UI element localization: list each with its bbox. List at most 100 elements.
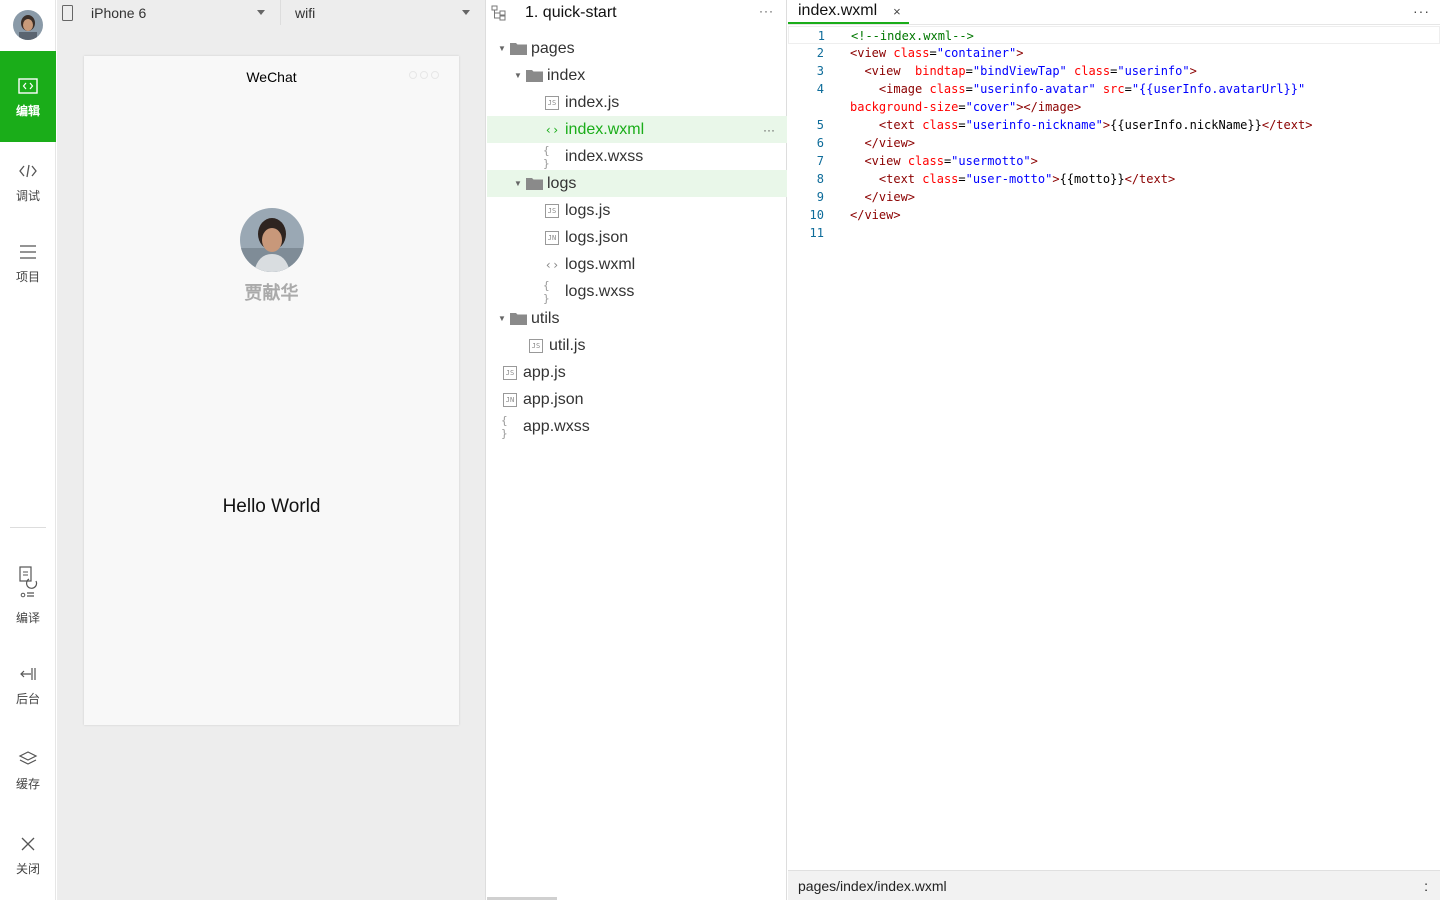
tab-index-wxml[interactable]: index.wxml ×	[788, 0, 909, 24]
tree-file-util-js[interactable]: JS util.js	[487, 332, 787, 359]
code-line[interactable]: background-size="cover"></image>	[788, 98, 1440, 116]
nav-debug[interactable]: 调试	[0, 137, 56, 227]
tree-label: app.js	[523, 363, 566, 381]
code-text: </view>	[864, 136, 916, 150]
line-number: 5	[816, 118, 824, 132]
menu-lines-icon	[17, 241, 39, 263]
tree-folder-index[interactable]: ▼ index	[487, 62, 787, 89]
tree-file-logs-wxss[interactable]: { } logs.wxss	[487, 278, 787, 305]
folder-icon	[509, 312, 527, 326]
status-cursor: :	[1424, 877, 1428, 894]
close-icon	[17, 833, 39, 855]
network-select-value: wifi	[295, 4, 316, 21]
caret-down-icon: ▼	[514, 71, 522, 80]
account-avatar[interactable]	[12, 10, 43, 40]
tree-file-index-wxss[interactable]: { } index.wxss	[487, 143, 787, 170]
chevron-down-icon	[257, 9, 265, 15]
nav-project[interactable]: 项目	[0, 218, 56, 308]
line-number: 7	[816, 154, 824, 168]
tree-folder-utils[interactable]: ▼ utils	[487, 305, 787, 332]
folder-icon	[525, 177, 543, 191]
code-line[interactable]: 9 </view>	[788, 188, 1440, 206]
style-file-icon: { }	[543, 278, 550, 305]
folder-icon	[525, 69, 543, 83]
tree-label: pages	[531, 39, 575, 57]
tree-file-index-js[interactable]: JS index.js	[487, 89, 787, 116]
tree-file-index-wxml[interactable]: ‹› index.wxml ···	[487, 116, 787, 143]
nav-cache[interactable]: 缓存	[0, 725, 56, 815]
caret-down-icon: ▼	[514, 179, 522, 188]
code-line[interactable]: 4 <image class="userinfo-avatar" src="{{…	[788, 80, 1440, 98]
markup-file-icon: ‹›	[544, 122, 560, 137]
nav-close[interactable]: 关闭	[0, 810, 56, 900]
tree-label: logs.wxss	[565, 282, 635, 300]
code-line[interactable]: 10 </view>	[788, 206, 1440, 224]
compile-icon	[17, 564, 39, 604]
network-select[interactable]: wifi	[281, 0, 485, 25]
style-file-icon: { }	[501, 413, 508, 440]
line-number: 10	[809, 208, 824, 222]
nav-compile[interactable]: 编译	[0, 545, 56, 645]
tree-file-app-json[interactable]: JN app.json	[487, 386, 787, 413]
nav-background[interactable]: 后台	[0, 640, 56, 730]
line-number: 1	[817, 29, 825, 43]
nav-compile-label: 编译	[15, 611, 40, 625]
js-file-icon: JS	[543, 95, 561, 110]
tree-file-logs-js[interactable]: JS logs.js	[487, 197, 787, 224]
tree-label: app.wxss	[523, 417, 590, 435]
device-frame-toggle[interactable]	[57, 4, 77, 21]
tree-file-logs-wxml[interactable]: ‹› logs.wxml	[487, 251, 787, 278]
code-window-icon	[17, 75, 39, 97]
nav-project-label: 项目	[15, 270, 40, 284]
project-title: 1. quick-start	[525, 3, 617, 21]
code-text: </view>	[850, 208, 901, 222]
phone-navigation-bar: WeChat	[84, 56, 459, 98]
js-file-icon: JS	[501, 365, 519, 380]
code-line[interactable]: 3 <view bindtap="bindViewTap" class="use…	[788, 62, 1440, 80]
tree-folder-logs[interactable]: ▼ logs	[487, 170, 787, 197]
js-file-icon: JS	[543, 203, 561, 218]
device-select[interactable]: iPhone 6	[77, 0, 281, 25]
tree-file-app-wxss[interactable]: { } app.wxss	[487, 413, 787, 440]
capsule-menu-icon[interactable]	[409, 71, 439, 79]
code-text: <text class="userinfo-nickname">{{userIn…	[878, 118, 1313, 132]
nav-edit[interactable]: 编辑	[0, 51, 56, 142]
tree-label: logs.js	[565, 201, 611, 219]
status-file-path: pages/index/index.wxml	[798, 877, 947, 894]
code-line[interactable]: 8 <text class="user-motto">{{motto}}</te…	[788, 170, 1440, 188]
file-more-icon[interactable]: ···	[763, 123, 775, 137]
explorer-more-icon[interactable]: ···	[759, 4, 774, 18]
code-line[interactable]: 7 <view class="usermotto">	[788, 152, 1440, 170]
chevron-down-icon	[462, 9, 470, 15]
js-file-icon: JS	[527, 338, 545, 353]
line-number: 6	[816, 136, 824, 150]
user-avatar[interactable]	[240, 208, 304, 272]
tree-file-logs-json[interactable]: JN logs.json	[487, 224, 787, 251]
tree-file-app-js[interactable]: JS app.js	[487, 359, 787, 386]
device-select-value: iPhone 6	[91, 4, 147, 21]
code-text: <view bindtap="bindViewTap" class="useri…	[864, 64, 1197, 78]
code-line[interactable]: 5 <text class="userinfo-nickname">{{user…	[788, 116, 1440, 134]
editor-more-icon[interactable]: ···	[1413, 3, 1430, 19]
phone-screen: WeChat 贾献华 Hello World	[84, 56, 459, 725]
nav-close-label: 关闭	[15, 862, 40, 876]
caret-down-icon: ▼	[498, 314, 506, 323]
tree-folder-pages[interactable]: ▼ pages	[487, 35, 787, 62]
code-line[interactable]: 6 </view>	[788, 134, 1440, 152]
code-text: <view class="container">	[850, 46, 1024, 60]
layers-icon	[17, 748, 39, 770]
tree-structure-icon[interactable]	[491, 5, 515, 21]
folder-icon	[509, 42, 527, 56]
line-number: 8	[816, 172, 824, 186]
close-tab-icon[interactable]: ×	[893, 4, 901, 19]
tree-label: logs.wxml	[565, 255, 636, 273]
code-line[interactable]: 2 <view class="container">	[788, 44, 1440, 62]
style-file-icon: { }	[543, 143, 550, 170]
code-line[interactable]: 1 <!--index.wxml-->	[788, 26, 1440, 44]
code-text: background-size="cover"></image>	[850, 100, 1082, 114]
code-line[interactable]: 11	[788, 224, 1440, 242]
tree-label: index.wxml	[565, 120, 645, 138]
nav-debug-label: 调试	[15, 189, 40, 203]
tree-label: logs	[547, 174, 577, 192]
activity-bar: 编辑 调试 项目 编译 后台 缓存 关闭	[0, 0, 56, 900]
